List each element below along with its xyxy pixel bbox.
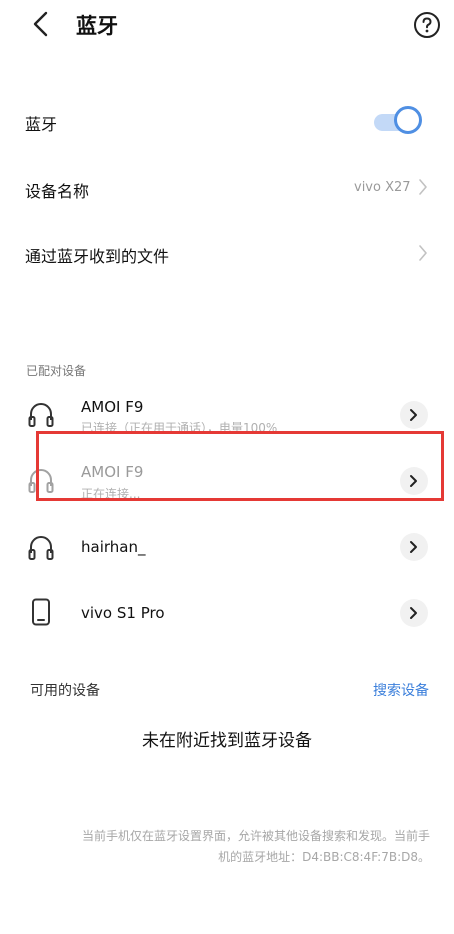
device-name[interactable]: vivo S1 Pro: [81, 604, 165, 622]
paired-devices-title: 已配对设备: [26, 364, 87, 378]
available-devices-title: 可用的设备: [30, 683, 100, 699]
search-devices-button[interactable]: 搜索设备: [373, 680, 429, 700]
highlight-box: [36, 431, 444, 501]
chevron-right-icon: [410, 541, 417, 553]
chevron-right-icon: [419, 245, 427, 261]
visibility-note-line: 当前手机仅在蓝牙设置界面，允许被其他设备搜索和发现。当前手: [81, 829, 430, 843]
chevron-right-icon: [419, 179, 427, 195]
visibility-note: 当前手机仅在蓝牙设置界面，允许被其他设备搜索和发现。当前手 机的蓝牙地址：D4:…: [10, 826, 430, 868]
device-name[interactable]: AMOI F9: [81, 398, 143, 416]
headphones-icon: [28, 403, 54, 427]
received-files-label: 通过蓝牙收到的文件: [25, 247, 170, 266]
no-devices-message: 未在附近找到蓝牙设备: [142, 731, 312, 751]
device-name[interactable]: hairhan_: [81, 538, 145, 556]
device-name-label: 设备名称: [25, 182, 90, 201]
chevron-right-icon: [410, 409, 417, 421]
visibility-note-line: 机的蓝牙地址：D4:BB:C8:4F:7B:D8。: [218, 850, 430, 864]
chevron-right-icon: [410, 607, 417, 619]
device-name-value: vivo X27: [354, 180, 411, 195]
back-arrow-icon[interactable]: [26, 8, 56, 40]
page-title: 蓝牙: [76, 14, 118, 38]
device-settings-button[interactable]: [400, 533, 428, 561]
help-icon[interactable]: [413, 11, 441, 39]
phone-icon: [32, 598, 50, 626]
bluetooth-label: 蓝牙: [25, 115, 58, 134]
bluetooth-toggle[interactable]: [372, 106, 428, 138]
headphones-icon: [28, 536, 54, 560]
device-settings-button[interactable]: [400, 599, 428, 627]
device-settings-button[interactable]: [400, 401, 428, 429]
